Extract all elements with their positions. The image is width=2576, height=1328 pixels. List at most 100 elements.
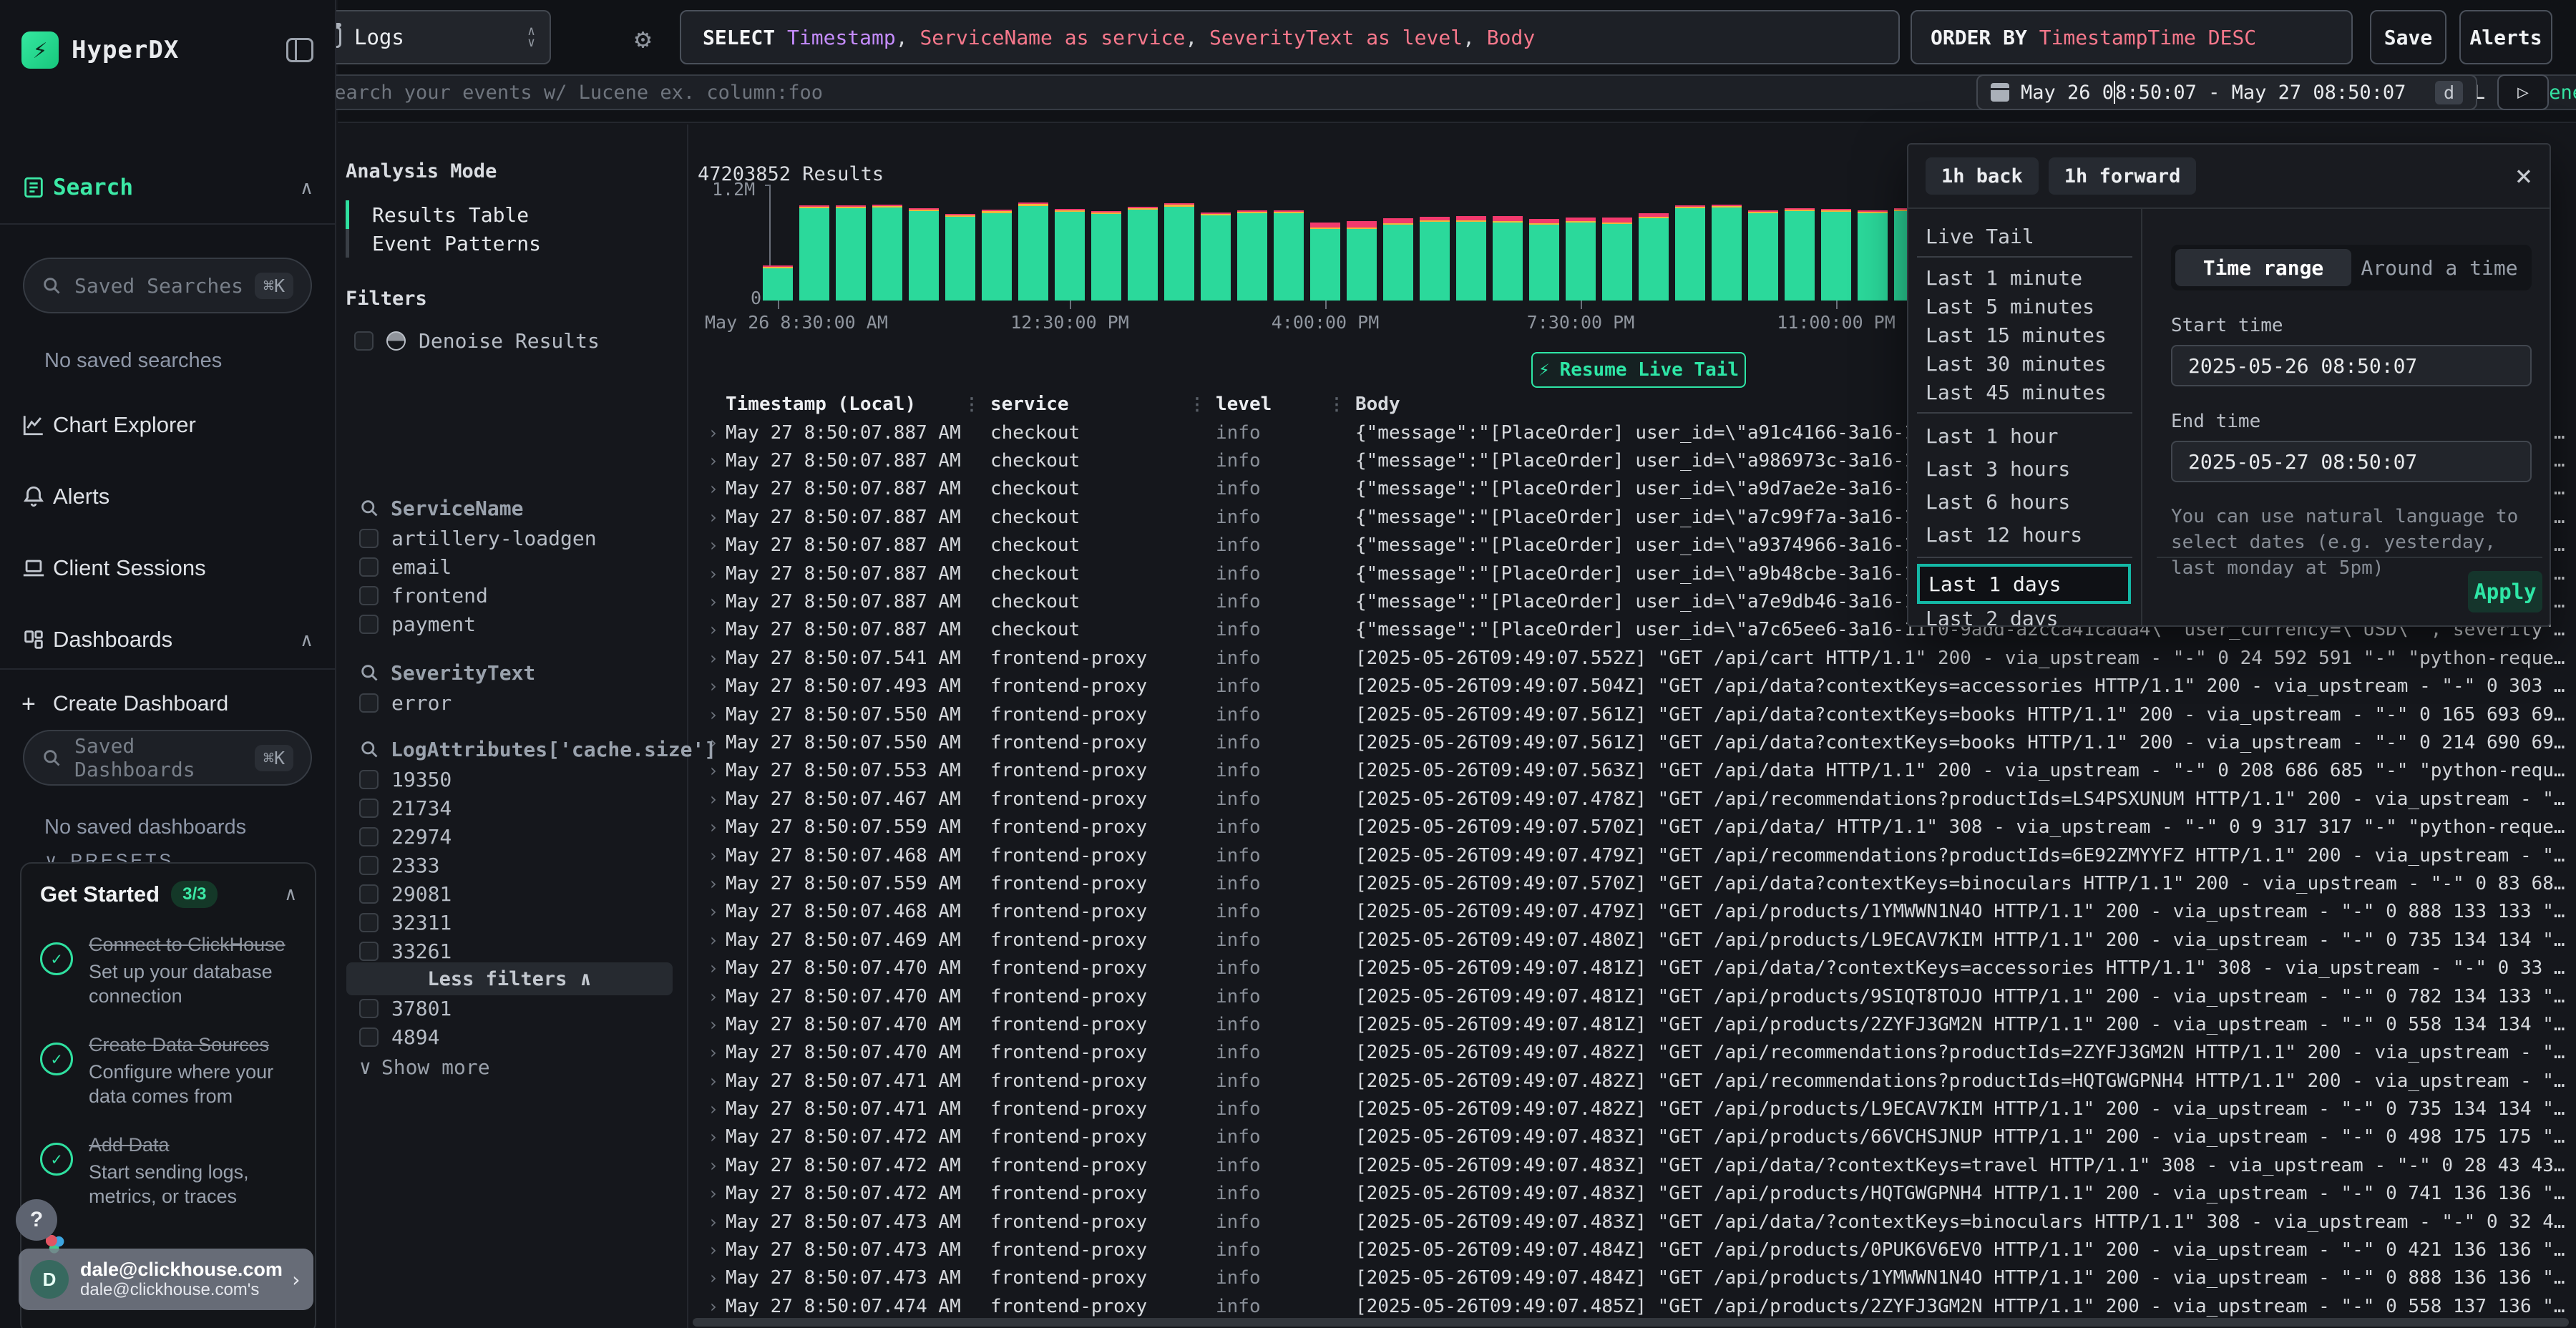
expand-row-icon[interactable]: › <box>690 789 718 809</box>
sidebar-collapse-icon[interactable] <box>286 38 313 62</box>
checkbox-icon[interactable] <box>359 942 379 961</box>
chevron-up-icon[interactable]: ∧ <box>300 629 313 651</box>
histogram-bar[interactable] <box>1456 216 1486 301</box>
table-row[interactable]: ›May 27 8:50:07.559 AMfrontend-proxyinfo… <box>690 813 2576 841</box>
column-resize-handle-icon[interactable]: ⋮ <box>963 394 980 414</box>
source-select[interactable]: Logs ∧∨ <box>304 10 551 64</box>
less-filters-button[interactable]: Less filters ∧ <box>346 962 673 995</box>
create-dashboard-button[interactable]: + Create Dashboard <box>21 688 313 720</box>
histogram-bar[interactable] <box>1091 211 1121 301</box>
histogram-bar[interactable] <box>1639 213 1669 301</box>
column-header-level[interactable]: level⋮ <box>1216 394 1355 415</box>
histogram-bar[interactable] <box>945 214 975 301</box>
show-more-button[interactable]: ∨Show more <box>359 1053 490 1081</box>
table-row[interactable]: ›May 27 8:50:07.470 AMfrontend-proxyinfo… <box>690 1039 2576 1067</box>
table-row[interactable]: ›May 27 8:50:07.550 AMfrontend-proxyinfo… <box>690 700 2576 728</box>
histogram-bar[interactable] <box>982 210 1012 301</box>
checkbox-icon[interactable] <box>359 799 379 818</box>
time-preset-last-45-minutes[interactable]: Last 45 minutes <box>1908 378 2141 406</box>
expand-row-icon[interactable]: › <box>690 648 718 668</box>
histogram-bar[interactable] <box>1055 209 1085 301</box>
checkbox-icon[interactable] <box>359 529 379 548</box>
get-started-item[interactable]: ✓Connect to ClickHouseSet up your databa… <box>40 932 296 1008</box>
histogram-bar[interactable] <box>1310 223 1340 301</box>
histogram-bar[interactable] <box>1493 216 1523 301</box>
table-row[interactable]: ›May 27 8:50:07.473 AMfrontend-proxyinfo… <box>690 1264 2576 1292</box>
histogram-bar[interactable] <box>909 208 939 301</box>
start-time-input[interactable]: 2025-05-26 08:50:07 <box>2171 345 2532 386</box>
filter-value-row[interactable]: error <box>359 688 452 717</box>
table-row[interactable]: ›May 27 8:50:07.467 AMfrontend-proxyinfo… <box>690 785 2576 813</box>
time-preset-last-1-minute[interactable]: Last 1 minute <box>1908 263 2141 292</box>
filter-value-row[interactable]: 37801 <box>359 994 452 1022</box>
histogram-bar[interactable] <box>1274 210 1304 301</box>
sidebar-item-client-sessions[interactable]: Client Sessions <box>21 552 313 584</box>
expand-row-icon[interactable]: › <box>690 507 718 527</box>
filter-value-row[interactable]: 21734 <box>359 794 452 822</box>
saved-dashboards-input[interactable]: Saved Dashboards ⌘K <box>23 730 312 786</box>
checkbox-icon[interactable] <box>359 856 379 875</box>
sidebar-item-alerts[interactable]: Alerts <box>21 481 313 512</box>
time-preset-last-5-minutes[interactable]: Last 5 minutes <box>1908 292 2141 321</box>
filter-value-row[interactable]: email <box>359 552 452 581</box>
shift-forward-button[interactable]: 1h forward <box>2049 157 2197 195</box>
histogram-bar[interactable] <box>1712 205 1742 301</box>
histogram-bar[interactable] <box>1529 219 1559 301</box>
expand-row-icon[interactable]: › <box>690 1071 718 1091</box>
help-button[interactable]: ? <box>16 1199 57 1241</box>
expand-row-icon[interactable]: › <box>690 987 718 1007</box>
expand-row-icon[interactable]: › <box>690 1268 718 1288</box>
time-preset-last-12-hours[interactable]: Last 12 hours <box>1908 518 2141 551</box>
histogram-bar[interactable] <box>799 205 829 301</box>
checkbox-icon[interactable] <box>359 586 379 605</box>
query-settings-gear-icon[interactable]: ⚙ <box>635 23 651 54</box>
saved-searches-input[interactable]: Saved Searches ⌘K <box>23 258 312 313</box>
table-row[interactable]: ›May 27 8:50:07.541 AMfrontend-proxyinfo… <box>690 644 2576 672</box>
table-row[interactable]: ›May 27 8:50:07.469 AMfrontend-proxyinfo… <box>690 926 2576 954</box>
filter-value-row[interactable]: artillery-loadgen <box>359 524 597 552</box>
column-resize-handle-icon[interactable]: ⋮ <box>1328 394 1345 414</box>
expand-row-icon[interactable]: › <box>690 874 718 894</box>
time-preset-last-1-days[interactable]: Last 1 days <box>1917 564 2131 604</box>
histogram-bar[interactable] <box>1675 205 1705 301</box>
checkbox-icon[interactable] <box>359 913 379 932</box>
expand-row-icon[interactable]: › <box>690 761 718 781</box>
time-preset-last-2-days[interactable]: Last 2 days <box>1908 604 2141 625</box>
expand-row-icon[interactable]: › <box>690 1127 718 1147</box>
table-row[interactable]: ›May 27 8:50:07.550 AMfrontend-proxyinfo… <box>690 728 2576 756</box>
table-row[interactable]: ›May 27 8:50:07.471 AMfrontend-proxyinfo… <box>690 1095 2576 1123</box>
histogram-bar[interactable] <box>1237 210 1267 301</box>
expand-row-icon[interactable]: › <box>690 1099 718 1119</box>
table-row[interactable]: ›May 27 8:50:07.472 AMfrontend-proxyinfo… <box>690 1123 2576 1151</box>
filter-value-row[interactable]: 2333 <box>359 851 439 879</box>
order-by-input[interactable]: ORDER BY TimestampTime DESC <box>1911 10 2353 64</box>
column-header-timestamp[interactable]: Timestamp (Local)⋮ <box>718 394 990 415</box>
end-time-input[interactable]: 2025-05-27 08:50:07 <box>2171 441 2532 482</box>
histogram-bar[interactable] <box>1821 209 1851 301</box>
expand-row-icon[interactable]: › <box>690 1212 718 1232</box>
expand-row-icon[interactable]: › <box>690 1043 718 1063</box>
checkbox-icon[interactable] <box>359 557 379 577</box>
sidebar-item-search[interactable]: Search ∧ <box>21 172 313 203</box>
histogram-bar[interactable] <box>1018 202 1048 301</box>
table-row[interactable]: ›May 27 8:50:07.468 AMfrontend-proxyinfo… <box>690 898 2576 926</box>
checkbox-icon[interactable] <box>359 827 379 846</box>
histogram-bar[interactable] <box>1748 210 1778 301</box>
apply-button[interactable]: Apply <box>2468 571 2542 612</box>
histogram-bar[interactable] <box>763 265 793 301</box>
expand-row-icon[interactable]: › <box>690 1156 718 1176</box>
column-header-service[interactable]: service⋮ <box>990 394 1216 415</box>
checkbox-icon[interactable] <box>359 770 379 789</box>
expand-row-icon[interactable]: › <box>690 1297 718 1317</box>
expand-row-icon[interactable]: › <box>690 535 718 555</box>
time-preset-last-30-minutes[interactable]: Last 30 minutes <box>1908 349 2141 378</box>
histogram-bar[interactable] <box>836 205 866 301</box>
expand-row-icon[interactable]: › <box>690 705 718 725</box>
checkbox-icon[interactable] <box>359 884 379 904</box>
expand-row-icon[interactable]: › <box>690 1183 718 1204</box>
histogram-bar[interactable] <box>1201 213 1231 301</box>
histogram-bar[interactable] <box>1128 207 1158 301</box>
histogram-bar[interactable] <box>872 205 902 301</box>
filter-value-row[interactable]: 32311 <box>359 908 452 937</box>
histogram-bar[interactable] <box>1420 217 1450 301</box>
